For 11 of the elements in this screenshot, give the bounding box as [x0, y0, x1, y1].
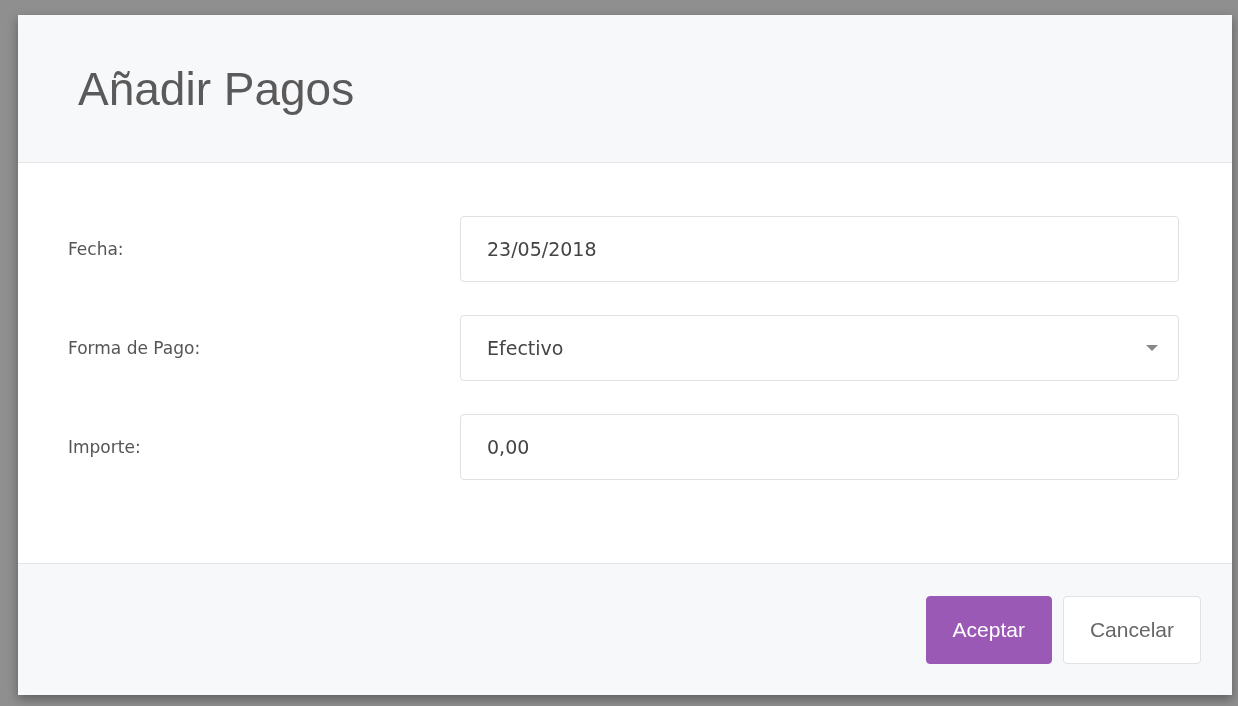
- input-field[interactable]: 23/05/2018: [460, 216, 1179, 282]
- caret-icon: [1146, 345, 1158, 351]
- dialog-title: Añadir Pagos: [78, 61, 355, 116]
- cancel-button[interactable]: Cancelar: [1062, 595, 1201, 664]
- field-label: Forma de Pago:: [68, 338, 201, 358]
- select-field[interactable]: Efectivo: [460, 315, 1179, 381]
- select-value: Efectivo: [487, 337, 564, 359]
- field-label: Fecha:: [68, 239, 124, 259]
- input-field[interactable]: 0,00: [460, 414, 1179, 480]
- field-label: Importe:: [68, 437, 141, 457]
- accept-button[interactable]: Aceptar: [925, 595, 1052, 664]
